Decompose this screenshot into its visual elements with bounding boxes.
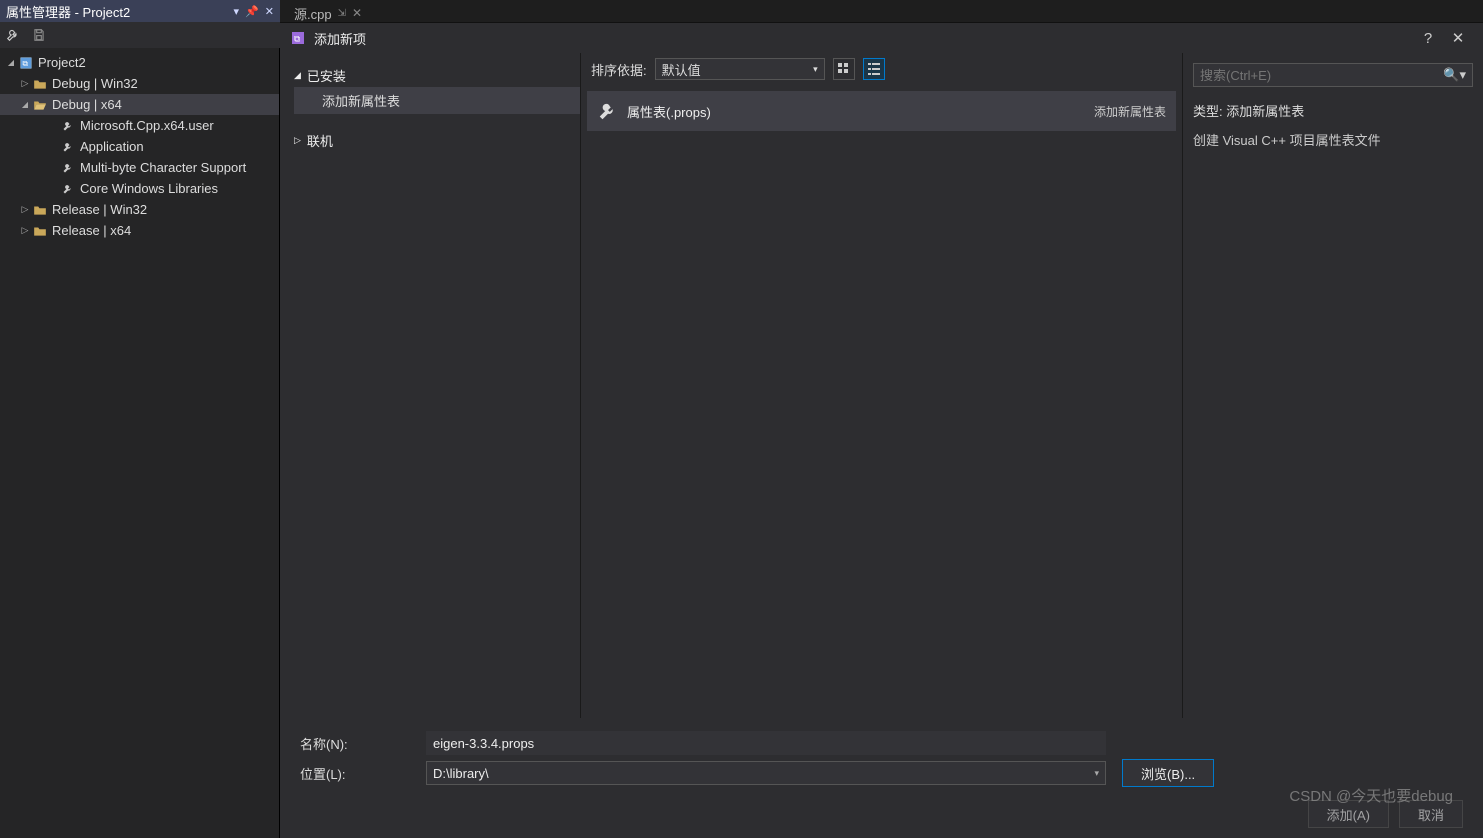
- expand-icon[interactable]: [18, 204, 32, 215]
- tree-node-debug-win32[interactable]: Debug | Win32: [0, 73, 279, 94]
- document-tab-label: 源.cpp: [294, 4, 332, 23]
- template-item-category: 添加新属性表: [1094, 103, 1166, 120]
- dialog-title: 添加新项: [314, 29, 366, 48]
- folder-icon: [32, 204, 48, 216]
- wrench-icon: [60, 162, 76, 174]
- expand-icon[interactable]: [4, 57, 18, 68]
- document-tab-bar: 源.cpp ⇲ ✕: [280, 0, 372, 22]
- location-value: D:\library\: [433, 766, 489, 781]
- chevron-down-icon: ▾: [813, 64, 818, 75]
- save-icon[interactable]: [32, 28, 46, 42]
- name-input[interactable]: eigen-3.3.4.props: [426, 731, 1106, 755]
- tree-root-label: Project2: [38, 55, 86, 70]
- chevron-right-icon: ▷: [294, 135, 301, 146]
- wrench-icon: [597, 100, 627, 122]
- type-label: 类型:: [1193, 104, 1223, 119]
- folder-icon: [32, 225, 48, 237]
- folder-icon: [32, 78, 48, 90]
- browse-button-label: 浏览(B)...: [1141, 764, 1195, 783]
- wrench-icon: [60, 120, 76, 132]
- tree-node-debug-x64[interactable]: Debug | x64: [0, 94, 279, 115]
- name-value: eigen-3.3.4.props: [433, 736, 534, 751]
- tree-node-release-win32[interactable]: Release | Win32: [0, 199, 279, 220]
- category-add-property-sheet[interactable]: 添加新属性表: [294, 87, 580, 114]
- search-icon[interactable]: 🔍▾: [1443, 67, 1466, 83]
- wrench-icon[interactable]: [6, 28, 20, 42]
- template-description: 创建 Visual C++ 项目属性表文件: [1193, 130, 1473, 149]
- chevron-down-icon: ◢: [294, 70, 301, 81]
- panel-title-text: 属性管理器 - Project2: [6, 2, 130, 21]
- tree-node-label: Debug | Win32: [52, 76, 138, 91]
- location-label: 位置(L):: [300, 764, 410, 783]
- search-box[interactable]: 🔍▾: [1193, 63, 1473, 87]
- panel-close-icon[interactable]: ✕: [265, 5, 274, 18]
- tree-leaf-application[interactable]: Application: [0, 136, 279, 157]
- category-pane: ◢ 已安装 添加新属性表 ▷ 联机: [280, 53, 580, 718]
- view-list-button[interactable]: [863, 58, 885, 80]
- add-button-label: 添加(A): [1327, 805, 1370, 824]
- browse-button[interactable]: 浏览(B)...: [1122, 759, 1214, 787]
- template-item-property-sheet[interactable]: 属性表(.props) 添加新属性表: [587, 91, 1176, 131]
- tree-node-label: Debug | x64: [52, 97, 122, 112]
- category-label: 联机: [307, 131, 333, 150]
- close-icon[interactable]: ✕: [1443, 29, 1473, 47]
- svg-text:⧉: ⧉: [23, 58, 29, 67]
- info-pane: 🔍▾ 类型: 添加新属性表 创建 Visual C++ 项目属性表文件: [1183, 53, 1483, 718]
- property-manager-panel-title: 属性管理器 - Project2 ▾ 📌 ✕: [0, 0, 280, 22]
- property-manager-tree: ⧉ Project2 Debug | Win32 Debug | x64: [0, 48, 280, 838]
- sort-label: 排序依据:: [591, 60, 647, 79]
- add-new-item-dialog: ⧉ 添加新项 ? ✕ ◢ 已安装 添加新属性表 ▷ 联机 排序依据: 默认值: [280, 22, 1483, 838]
- tree-leaf-msvc-user[interactable]: Microsoft.Cpp.x64.user: [0, 115, 279, 136]
- location-input[interactable]: D:\library\ ▾: [426, 761, 1106, 785]
- category-label: 已安装: [307, 66, 346, 85]
- category-online[interactable]: ▷ 联机: [294, 128, 580, 152]
- tree-leaf-label: Multi-byte Character Support: [80, 160, 246, 175]
- cancel-button[interactable]: 取消: [1399, 800, 1463, 828]
- type-value: 添加新属性表: [1226, 104, 1304, 119]
- project-icon: ⧉: [18, 56, 34, 70]
- tree-leaf-corewin[interactable]: Core Windows Libraries: [0, 178, 279, 199]
- dialog-icon: ⧉: [290, 30, 306, 46]
- tree-leaf-label: Application: [80, 139, 144, 154]
- tree-leaf-mbcs[interactable]: Multi-byte Character Support: [0, 157, 279, 178]
- tree-node-release-x64[interactable]: Release | x64: [0, 220, 279, 241]
- view-grid-button[interactable]: [833, 58, 855, 80]
- cancel-button-label: 取消: [1418, 805, 1444, 824]
- tree-root-project[interactable]: ⧉ Project2: [0, 52, 279, 73]
- chevron-down-icon[interactable]: ▾: [1094, 768, 1099, 779]
- tree-node-label: Release | Win32: [52, 202, 147, 217]
- wrench-icon: [60, 183, 76, 195]
- name-label: 名称(N):: [300, 734, 410, 753]
- panel-pin-icon[interactable]: 📌: [245, 5, 259, 18]
- search-input[interactable]: [1200, 68, 1443, 83]
- tree-leaf-label: Core Windows Libraries: [80, 181, 218, 196]
- category-installed[interactable]: ◢ 已安装: [294, 63, 580, 87]
- tab-pin-icon[interactable]: ⇲: [338, 8, 346, 19]
- template-pane: 排序依据: 默认值 ▾ 属性表(.props) 添加: [580, 53, 1183, 718]
- expand-icon[interactable]: [18, 78, 32, 89]
- category-sub-label: 添加新属性表: [322, 94, 400, 109]
- folder-open-icon: [32, 99, 48, 111]
- template-item-label: 属性表(.props): [627, 102, 711, 121]
- tree-leaf-label: Microsoft.Cpp.x64.user: [80, 118, 214, 133]
- panel-dropdown-icon[interactable]: ▾: [234, 5, 240, 18]
- document-tab-source[interactable]: 源.cpp ⇲ ✕: [284, 2, 372, 22]
- expand-icon[interactable]: [18, 225, 32, 236]
- tab-close-icon[interactable]: ✕: [352, 6, 362, 20]
- sort-dropdown[interactable]: 默认值 ▾: [655, 58, 825, 80]
- dialog-titlebar[interactable]: ⧉ 添加新项 ? ✕: [280, 23, 1483, 53]
- wrench-icon: [60, 141, 76, 153]
- sort-value: 默认值: [662, 60, 701, 79]
- tree-node-label: Release | x64: [52, 223, 131, 238]
- svg-text:⧉: ⧉: [294, 33, 301, 43]
- add-button[interactable]: 添加(A): [1308, 800, 1389, 828]
- expand-icon[interactable]: [18, 99, 32, 110]
- help-button[interactable]: ?: [1413, 30, 1443, 47]
